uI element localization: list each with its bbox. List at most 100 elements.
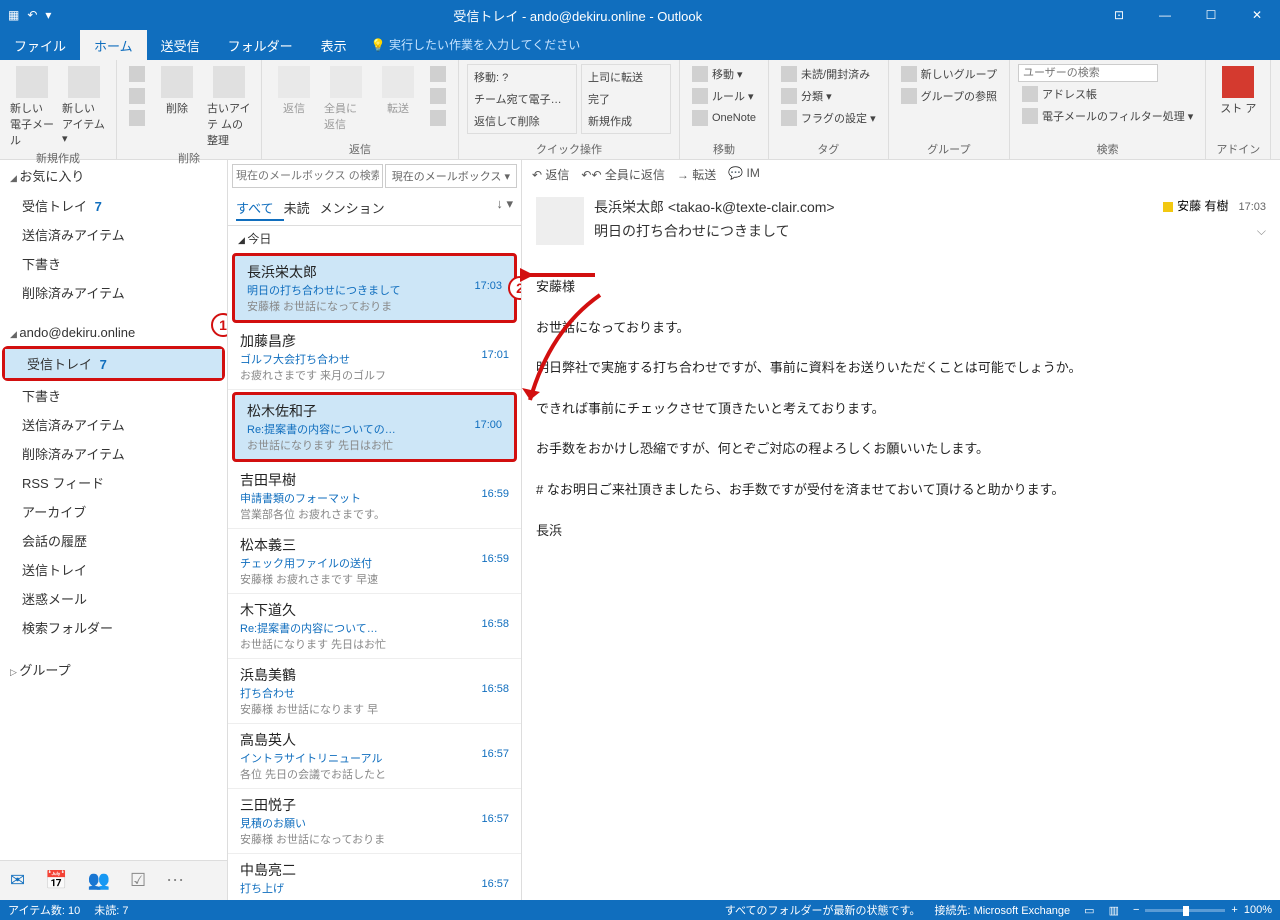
unread-button[interactable]: 未読/開封済み [777, 64, 880, 84]
reader-reply-all[interactable]: ↶↶ 全員に返信 [581, 166, 664, 183]
reply-all-button[interactable]: 全員に 返信 [322, 64, 370, 134]
group-tags-label: タグ [777, 141, 880, 157]
message-item[interactable]: 加藤昌彦ゴルフ大会打ち合わせお疲れさまです 来月のゴルフ17:01 [228, 325, 521, 390]
expand-icon[interactable]: ⌵ [1163, 224, 1266, 239]
nav-groups[interactable]: グループ [0, 654, 227, 685]
search-scope[interactable]: 現在のメールボックス ▾ [385, 164, 517, 188]
browse-groups-button[interactable]: グループの参照 [897, 86, 1001, 106]
zoom-slider[interactable]: −+ 100% [1133, 904, 1272, 916]
delete-button[interactable]: 削除 [153, 64, 201, 118]
nav-account[interactable]: ando@dekiru.online 1 [0, 319, 227, 346]
view-reading-icon[interactable]: ▥ [1109, 904, 1119, 917]
quick-boss[interactable]: 上司に転送 [584, 67, 668, 87]
nav-item[interactable]: 迷惑メール [0, 584, 227, 613]
nav-favorites[interactable]: お気に入り [0, 160, 227, 191]
onenote-button[interactable]: OneNote [688, 108, 760, 128]
nav-item[interactable]: 送信済みアイテム [0, 220, 227, 249]
more-views-icon[interactable]: ⋯ [166, 870, 184, 891]
maximize-icon[interactable]: ☐ [1188, 0, 1234, 30]
message-list: 現在のメールボックス ▾ すべて 未読 メンション ↓ ▾ 今日 長浜栄太郎明日… [228, 160, 522, 900]
nav-item[interactable]: 受信トレイ 7 [5, 349, 222, 378]
tab-home[interactable]: ホーム [80, 30, 147, 60]
im-button[interactable] [426, 86, 450, 106]
people-search-input[interactable] [1018, 64, 1158, 82]
new-group-button[interactable]: 新しいグループ [897, 64, 1001, 84]
mail-view-icon[interactable]: ✉ [10, 870, 25, 891]
tab-folder[interactable]: フォルダー [214, 30, 307, 60]
message-item[interactable]: 松木佐和子Re:提案書の内容についての…お世話になります 先日はお忙17:00 [232, 392, 517, 462]
calendar-view-icon[interactable]: 📅 [45, 870, 67, 891]
cleanup-button[interactable] [125, 86, 149, 106]
quick-new[interactable]: 新規作成 [584, 111, 668, 131]
filter-mention[interactable]: メンション [320, 196, 395, 221]
junk-button[interactable] [125, 108, 149, 128]
annotation-arrow [520, 290, 610, 410]
status-folder-sync: すべてのフォルダーが最新の状態です。 [725, 902, 921, 918]
message-item[interactable]: 木下道久Re:提案書の内容について…お世話になります 先日はお忙16:58 [228, 594, 521, 659]
view-normal-icon[interactable]: ▭ [1084, 904, 1094, 917]
nav-item[interactable]: 送信トレイ [0, 555, 227, 584]
quick-done[interactable]: 完了 [584, 89, 668, 109]
group-addins-label: アドイン [1214, 141, 1262, 157]
tell-me[interactable]: 実行したい作業を入力してください [361, 30, 591, 60]
message-item[interactable]: 浜島美鶴打ち合わせ安藤様 お世話になります 早16:58 [228, 659, 521, 724]
reader-subject: 明日の打ち合わせにつきまして [594, 221, 1153, 241]
nav-item[interactable]: 会話の履歴 [0, 526, 227, 555]
undo-icon[interactable]: ↶ [27, 8, 37, 22]
meeting-button[interactable] [426, 64, 450, 84]
archive-button[interactable]: 古いアイテ ムの整理 [205, 64, 253, 150]
close-icon[interactable]: ✕ [1234, 0, 1280, 30]
tasks-view-icon[interactable]: ☑ [130, 870, 146, 891]
categorize-button[interactable]: 分類 ▾ [777, 86, 880, 106]
nav-item[interactable]: 送信済みアイテム [0, 410, 227, 439]
reader-from: 長浜栄太郎 <takao-k@texte-clair.com> [594, 197, 1153, 217]
reader-reply[interactable]: ↶ 返信 [532, 166, 569, 183]
tab-file[interactable]: ファイル [0, 30, 80, 60]
message-item[interactable]: 中島亮二打ち上げ16:57 [228, 854, 521, 900]
quick-team[interactable]: チーム宛て電子… [470, 89, 574, 109]
message-item[interactable]: 三田悦子見積のお願い安藤様 お世話になっておりま16:57 [228, 789, 521, 854]
date-header[interactable]: 今日 [228, 226, 521, 251]
reader-im[interactable]: 💬 IM [728, 166, 760, 183]
nav-item[interactable]: RSS フィード [0, 468, 227, 497]
tab-view[interactable]: 表示 [307, 30, 361, 60]
address-book-button[interactable]: アドレス帳 [1018, 84, 1197, 104]
filter-unread[interactable]: 未読 [284, 196, 320, 221]
nav-item[interactable]: 下書き [0, 249, 227, 278]
group-quick-label: クイック操作 [467, 141, 671, 157]
flag-button[interactable]: フラグの設定 ▾ [777, 108, 880, 128]
message-item[interactable]: 吉田早樹申請書類のフォーマット営業部各位 お疲れさまです。16:59 [228, 464, 521, 529]
qat-more[interactable]: ▾ [45, 8, 51, 22]
filter-email-button[interactable]: 電子メールのフィルター処理 ▾ [1018, 106, 1197, 126]
people-view-icon[interactable]: 👥 [88, 870, 110, 891]
minimize-icon[interactable]: — [1142, 0, 1188, 30]
quick-replydel[interactable]: 返信して削除 [470, 111, 574, 131]
store-button[interactable]: スト ア [1214, 64, 1262, 118]
qat-icon[interactable]: ▦ [8, 8, 19, 22]
move-button[interactable]: 移動 ▾ [688, 64, 760, 84]
nav-item[interactable]: 削除済みアイテム [0, 278, 227, 307]
new-items-button[interactable]: 新しい アイテム ▾ [60, 64, 108, 147]
rules-button[interactable]: ルール ▾ [688, 86, 760, 106]
ribbon-toggle-icon[interactable]: ⊡ [1096, 0, 1142, 30]
quick-move[interactable]: 移動: ? [470, 67, 574, 87]
nav-item[interactable]: 検索フォルダー [0, 613, 227, 642]
nav-item[interactable]: 下書き [0, 381, 227, 410]
message-item[interactable]: 松本義三チェック用ファイルの送付安藤様 お疲れさまです 早速16:59 [228, 529, 521, 594]
message-item[interactable]: 長浜栄太郎明日の打ち合わせにつきまして安藤様 お世話になっておりま17:032 [232, 253, 517, 323]
reply-button[interactable]: 返信 [270, 64, 318, 118]
filter-all[interactable]: すべて [236, 196, 284, 221]
ribbon: 新しい 電子メール 新しい アイテム ▾ 新規作成 削除 古いアイテ ムの整理 … [0, 60, 1280, 160]
tab-sendreceive[interactable]: 送受信 [147, 30, 214, 60]
nav-item[interactable]: 削除済みアイテム [0, 439, 227, 468]
sort-icon[interactable]: ↓ ▾ [496, 196, 513, 221]
forward-button[interactable]: 転送 [374, 64, 422, 118]
reader-forward[interactable]: → 転送 [677, 166, 716, 183]
more-reply-button[interactable] [426, 108, 450, 128]
nav-item[interactable]: 受信トレイ 7 [0, 191, 227, 220]
nav-item[interactable]: アーカイブ [0, 497, 227, 526]
message-item[interactable]: 高島英人イントラサイトリニューアル各位 先日の会議でお話したと16:57 [228, 724, 521, 789]
new-mail-button[interactable]: 新しい 電子メール [8, 64, 56, 150]
mail-search-input[interactable] [232, 164, 383, 188]
ignore-button[interactable] [125, 64, 149, 84]
